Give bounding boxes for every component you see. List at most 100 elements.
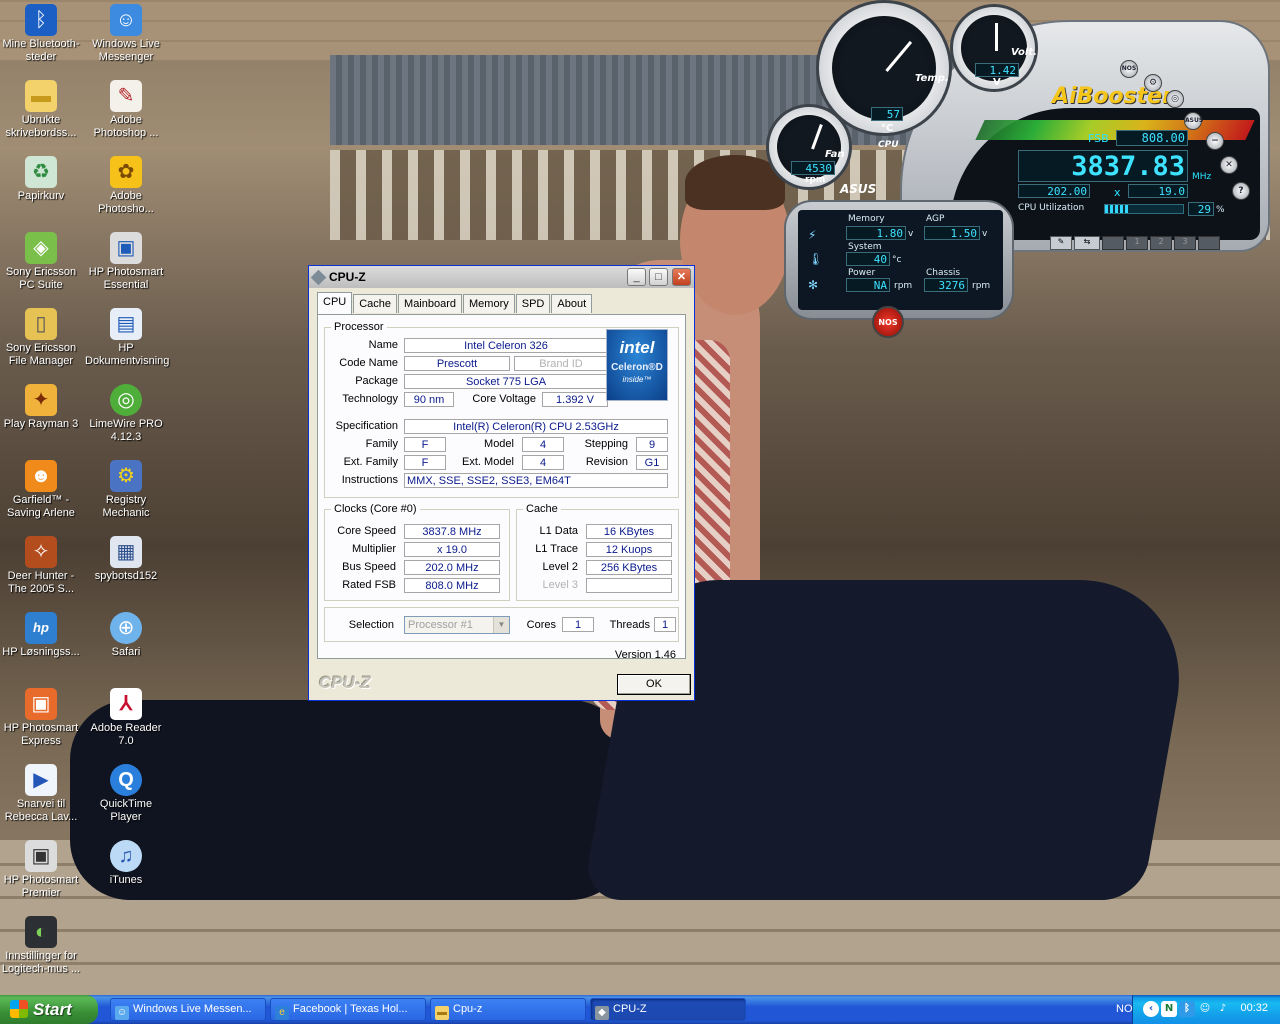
desktop-icon-spybot[interactable]: ▦ spybotsd152 — [85, 536, 167, 583]
tab-2[interactable]: 2 — [1150, 236, 1172, 250]
desktop-icon-label: iTunes — [109, 874, 143, 886]
taskbar-item-cpuz[interactable]: ◆ CPU-Z — [590, 998, 746, 1021]
clock[interactable]: 00:32 — [1240, 1002, 1268, 1014]
task-label: CPU-Z — [613, 1003, 647, 1015]
desktop-icon-rayman[interactable]: ✦ Play Rayman 3 — [0, 384, 82, 431]
file-manager-icon: ▯ — [25, 308, 57, 340]
desktop-icon-hp-solution[interactable]: hp HP Løsningss... — [0, 612, 82, 659]
tab-spd[interactable]: SPD — [515, 294, 551, 313]
taskbar-item-messenger[interactable]: ☺ Windows Live Messen... — [110, 998, 266, 1021]
ok-button[interactable]: OK — [617, 674, 691, 695]
specification-label: Specification — [335, 420, 398, 432]
desktop-icon-itunes[interactable]: ♫ iTunes — [85, 840, 167, 887]
taskbar-item-cpuz-folder[interactable]: ▬ Cpu-z — [430, 998, 586, 1021]
system-tray: ‹ N ᛒ ☺ ♪ 00:32 — [1132, 995, 1280, 1024]
ai-booster-gadget[interactable]: Temp. 57 °C Volt. 1.42 V Fan 4530 rpm CP… — [760, 0, 1280, 340]
desktop-icon-registry-mechanic[interactable]: ⚙ Registry Mechanic — [85, 460, 167, 520]
rayman-icon: ✦ — [25, 384, 57, 416]
desktop-icon-quicktime[interactable]: Q QuickTime Player — [85, 764, 167, 824]
tab-edit-icon[interactable]: ✎ — [1050, 236, 1072, 250]
desktop-icon-messenger[interactable]: ☺ Windows Live Messenger — [85, 4, 167, 64]
cpuz-brand-watermark: CPU-Z — [319, 673, 371, 692]
desktop-icon-label: HP Photosmart Essential — [88, 266, 164, 291]
desktop-icon-safari[interactable]: ⊕ Safari — [85, 612, 167, 659]
processor-selection-dropdown[interactable]: Processor #1 ▼ — [404, 616, 510, 634]
desktop-icon-label: Papirkurv — [17, 190, 65, 202]
settings-button[interactable]: ◎ — [1166, 90, 1184, 108]
tab-cache[interactable]: Cache — [353, 294, 398, 313]
cpuz-window[interactable]: CPU-Z _ □ ✕ CPU Cache Mainboard Memory S… — [308, 265, 695, 701]
desktop-icon-limewire[interactable]: ◎ LimeWire PRO 4.12.3 — [85, 384, 167, 444]
start-button[interactable]: Start — [0, 995, 98, 1024]
asus-logo: ASUS — [840, 182, 877, 196]
minimize-button[interactable]: − — [1206, 132, 1224, 150]
desktop-icon-recycle-bin[interactable]: ♻ Papirkurv — [0, 156, 82, 203]
cpu-label: CPU — [878, 140, 899, 150]
tab-blank-2[interactable] — [1198, 236, 1220, 250]
minimize-button[interactable]: _ — [627, 268, 646, 286]
desktop-icon-garfield[interactable]: ☻ Garfield™ - Saving Arlene — [0, 460, 82, 520]
deer-hunter-icon: ✧ — [25, 536, 57, 568]
shortcut-icon: ▶ — [25, 764, 57, 796]
desktop-icon-photoshop[interactable]: ✎ Adobe Photoshop ... — [85, 80, 167, 140]
desktop-icon-label: QuickTime Player — [99, 798, 153, 823]
busspeed-value: 202.0 MHz — [404, 560, 500, 575]
desktop-icon-label: Sony Ericsson File Manager — [5, 342, 77, 367]
norton-icon[interactable]: N — [1161, 1001, 1177, 1017]
tab-3[interactable]: 3 — [1174, 236, 1196, 250]
desktop-icon-logitech-mouse[interactable]: ◐ Innstillinger for Logitech-mus ... — [0, 916, 82, 976]
tab-blank[interactable] — [1102, 236, 1124, 250]
desktop-icon-deer-hunter[interactable]: ✧ Deer Hunter - The 2005 S... — [0, 536, 82, 596]
tab-memory[interactable]: Memory — [463, 294, 515, 313]
messenger-icon: ☺ — [110, 4, 142, 36]
garfield-icon: ☻ — [25, 460, 57, 492]
desktop-icon-pc-suite[interactable]: ◈ Sony Ericsson PC Suite — [0, 232, 82, 292]
chassis-label: Chassis — [926, 268, 961, 278]
close-button[interactable]: ✕ — [672, 268, 691, 286]
tab-link-icon[interactable]: ⇆ — [1074, 236, 1100, 250]
tool-button[interactable]: ⚙ — [1144, 74, 1162, 92]
name-label: Name — [368, 339, 398, 351]
nos-top-button[interactable]: NOS — [1120, 60, 1138, 78]
brandid-label: Brand ID — [514, 356, 608, 371]
desktop-icon-hp-photosmart-premier[interactable]: ▣ HP Photosmart Premier — [0, 840, 82, 900]
voltage-needle — [995, 23, 998, 51]
desktop-icon-rebecca-shortcut[interactable]: ▶ Snarvei til Rebecca Lav... — [0, 764, 82, 824]
desktop-icon-file-manager[interactable]: ▯ Sony Ericsson File Manager — [0, 308, 82, 368]
desktop-icon-label: Play Rayman 3 — [3, 418, 79, 430]
desktop-icon-adobe-reader[interactable]: ⅄ Adobe Reader 7.0 — [85, 688, 167, 748]
language-indicator[interactable]: NO — [1116, 1003, 1133, 1015]
desktop-icon-label: Windows Live Messenger — [92, 38, 160, 63]
tab-mainboard[interactable]: Mainboard — [398, 294, 463, 313]
desktop-icon-hp-photosmart-essential[interactable]: ▣ HP Photosmart Essential — [85, 232, 167, 292]
cpuz-title: CPU-Z — [329, 270, 366, 284]
tab-1[interactable]: 1 — [1126, 236, 1148, 250]
maximize-button[interactable]: □ — [649, 268, 668, 286]
system-label: System — [848, 242, 882, 252]
system-temp-value: 40 — [846, 252, 890, 266]
desktop-icon-bluetooth[interactable]: ᛒ Mine Bluetooth-steder — [0, 4, 82, 64]
desktop-icon-photoshop-album[interactable]: ✿ Adobe Photosho... — [85, 156, 167, 216]
desktop-icon-label: Registry Mechanic — [102, 494, 150, 519]
instructions-value: MMX, SSE, SSE2, SSE3, EM64T — [404, 473, 668, 488]
cpu-mhz-value: 3837.83 — [1018, 150, 1188, 182]
asus-button[interactable]: ASUS — [1184, 112, 1203, 130]
desktop-icon-unused-shortcuts[interactable]: ▬ Ubrukte skrivebordss... — [0, 80, 82, 140]
close-icon[interactable]: ✕ — [1220, 156, 1238, 174]
messenger-tray-icon[interactable]: ☺ — [1197, 1001, 1213, 1017]
nos-button[interactable]: NOS — [872, 306, 904, 338]
tab-about[interactable]: About — [551, 294, 593, 313]
desktop-icon-hp-photosmart-express[interactable]: ▣ HP Photosmart Express — [0, 688, 82, 748]
chevron-down-icon[interactable]: ▼ — [493, 617, 509, 633]
help-button[interactable]: ? — [1232, 182, 1250, 200]
bluetooth-icon[interactable]: ᛒ — [1179, 1001, 1195, 1017]
processor-legend: Processor — [334, 321, 384, 333]
volume-icon[interactable]: ♪ — [1215, 1001, 1231, 1017]
desktop-icon-hp-document[interactable]: ▤ HP Dokumentvisning — [85, 308, 169, 368]
chassis-unit: rpm — [972, 281, 991, 291]
tray-expand-icon[interactable]: ‹ — [1143, 1001, 1159, 1017]
cpuz-icon: ◆ — [595, 1006, 609, 1020]
tab-cpu[interactable]: CPU — [317, 292, 353, 314]
taskbar-item-facebook[interactable]: e Facebook | Texas Hol... — [270, 998, 426, 1021]
temp-label: Temp. — [915, 73, 949, 84]
